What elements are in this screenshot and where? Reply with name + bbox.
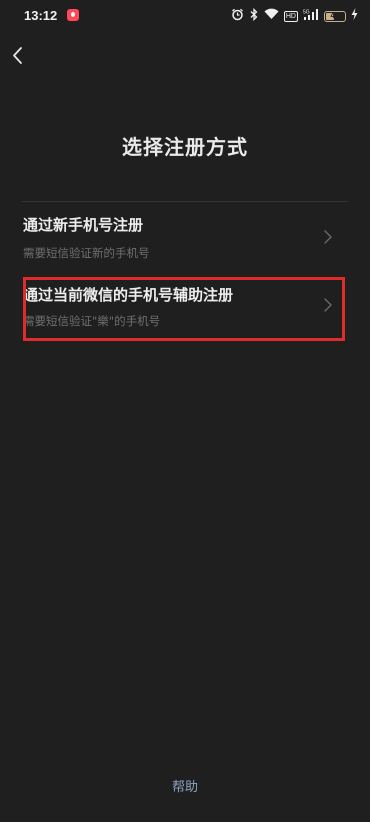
battery-icon: 44 [324,10,346,22]
divider [22,201,348,202]
cellular-signal-icon: 5G [303,8,319,25]
chevron-right-icon [324,230,332,244]
hd-badge: HD [283,10,298,22]
page-title: 选择注册方式 [122,135,248,159]
charging-icon [351,8,358,24]
option-title: 通过新手机号注册 [23,216,144,234]
option-title: 通过当前微信的手机号辅助注册 [23,286,234,304]
option-subtitle: 需要短信验证新的手机号 [23,246,150,260]
battery-level: 44 [330,10,340,20]
chevron-right-icon [324,298,332,312]
bluetooth-icon [249,7,259,25]
back-arrow-icon [13,47,22,64]
status-time: 13:12 [24,8,58,23]
status-icons: HD 5G 44 [231,7,358,25]
music-app-notification-icon [67,9,79,21]
svg-text:5G: 5G [303,9,310,15]
wifi-icon [264,8,279,24]
register-current-wechat-phone-option[interactable]: 通过当前微信的手机号辅助注册 需要短信验证"樂"的手机号 [0,276,370,338]
help-link[interactable]: 帮助 [0,776,370,795]
option-subtitle: 需要短信验证"樂"的手机号 [23,314,161,328]
alarm-icon [231,8,244,25]
back-button[interactable] [8,42,32,70]
register-new-phone-option[interactable]: 通过新手机号注册 需要短信验证新的手机号 [0,206,370,268]
status-bar: 13:12 HD 5G 44 [0,0,370,34]
